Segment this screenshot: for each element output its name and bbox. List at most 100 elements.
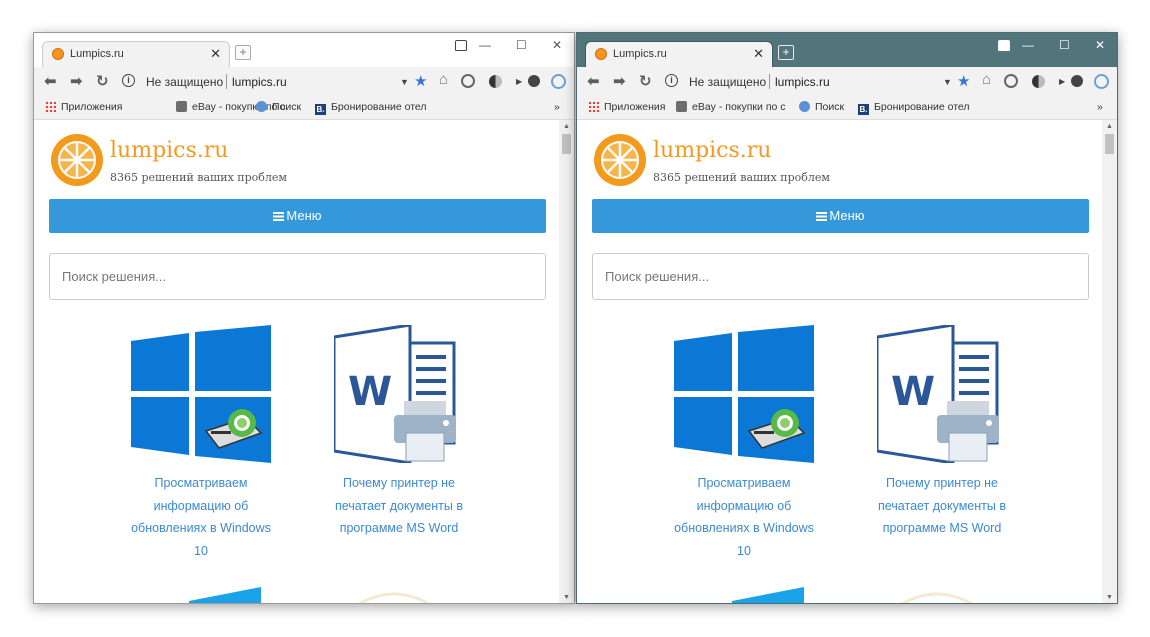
back-arrow-icon[interactable]: ⬅ [44, 72, 57, 90]
bookmark-ebay[interactable]: eBay - покупки по с [676, 101, 786, 113]
new-tab-button[interactable]: + [778, 45, 794, 60]
dropdown-arrow-icon[interactable]: ▼ [943, 77, 952, 87]
booking-icon: B. [858, 104, 869, 115]
next-article-thumbnail-partial [732, 587, 812, 603]
home-icon[interactable]: ⌂ [439, 71, 448, 88]
article-link-windows-updates[interactable]: Просматриваем информацию об обновлениях … [669, 472, 819, 562]
extension-search-icon[interactable] [1004, 74, 1018, 88]
menu-button[interactable]: Меню [592, 199, 1089, 233]
browser-tab[interactable]: Lumpics.ru ✕ [42, 41, 230, 67]
address-bar[interactable]: i Не защищено lumpics.ru [120, 71, 420, 93]
bookmark-star-icon[interactable]: ★ [957, 72, 970, 90]
ms-word-printer-thumbnail[interactable]: W [875, 323, 999, 468]
url-text[interactable]: lumpics.ru [775, 75, 830, 89]
extension-contrast-icon[interactable] [489, 75, 502, 88]
minimize-button[interactable]: — [479, 38, 491, 52]
scroll-up-icon[interactable]: ▲ [1106, 123, 1113, 130]
hamburger-icon [273, 212, 285, 221]
account-icon[interactable] [528, 75, 540, 87]
info-icon[interactable]: i [665, 74, 678, 87]
bookmark-star-icon[interactable]: ★ [414, 72, 427, 90]
maximize-button[interactable]: ☐ [516, 38, 527, 52]
orange-logo-icon[interactable] [594, 134, 646, 186]
scroll-up-icon[interactable]: ▲ [563, 123, 570, 130]
reload-icon[interactable]: ↻ [639, 72, 652, 90]
bookmark-apps[interactable]: Приложения [588, 101, 665, 113]
theme-shirt-icon[interactable] [455, 40, 467, 51]
browser-toolbar: ⬅ ➡ ↻ i Не защищено lumpics.ru ▼ ★ ⌂ ▶ [34, 67, 574, 98]
site-name-link[interactable]: lumpics.ru [110, 138, 228, 163]
bookmarks-bar: Приложения eBay - покупки по с Поиск B. Б… [577, 97, 1117, 120]
home-icon[interactable]: ⌂ [982, 71, 991, 88]
bookmark-label: Поиск [815, 101, 845, 113]
site-name-link[interactable]: lumpics.ru [653, 138, 771, 163]
reload-icon[interactable]: ↻ [96, 72, 109, 90]
browser-window-dark-theme: Lumpics.ru ✕ + — ☐ ✕ ⬅ ➡ ↻ i Не защищено… [576, 32, 1118, 604]
extension-badge-icon[interactable] [551, 74, 566, 89]
security-status[interactable]: Не защищено [146, 75, 223, 89]
account-icon[interactable] [1071, 75, 1083, 87]
new-tab-button[interactable]: + [235, 45, 251, 60]
overflow-arrow-icon[interactable]: ▶ [1059, 77, 1065, 86]
bookmark-label: Бронирование отел [874, 101, 970, 113]
address-separator [226, 74, 227, 89]
bookmark-apps[interactable]: Приложения [45, 101, 122, 113]
close-window-button[interactable]: ✕ [1095, 38, 1105, 52]
extension-contrast-icon[interactable] [1032, 75, 1045, 88]
url-text[interactable]: lumpics.ru [232, 75, 287, 89]
orange-logo-icon[interactable] [51, 134, 103, 186]
overflow-arrow-icon[interactable]: ▶ [516, 77, 522, 86]
tab-close-icon[interactable]: ✕ [210, 46, 221, 62]
forward-arrow-icon[interactable]: ➡ [613, 72, 626, 90]
bookmark-search[interactable]: Поиск [799, 101, 844, 113]
search-input[interactable] [49, 253, 546, 300]
extension-badge-icon[interactable] [1094, 74, 1109, 89]
globe-icon [799, 101, 810, 112]
bookmark-booking[interactable]: B. Бронирование отел [315, 101, 427, 115]
bookmarks-overflow-button[interactable]: » [1097, 101, 1103, 113]
bookmarks-overflow-button[interactable]: » [554, 101, 560, 113]
article-link-word-printer[interactable]: Почему принтер не печатает документы в п… [867, 472, 1017, 540]
bookmark-booking[interactable]: B. Бронирование отел [858, 101, 970, 115]
browser-tab[interactable]: Lumpics.ru ✕ [585, 41, 773, 67]
scroll-thumb[interactable] [1105, 134, 1114, 154]
tab-close-icon[interactable]: ✕ [753, 46, 764, 62]
dropdown-arrow-icon[interactable]: ▼ [400, 77, 409, 87]
bookmark-label: eBay - покупки по с [692, 101, 786, 113]
bookmark-search[interactable]: Поиск [256, 101, 301, 113]
scroll-down-icon[interactable]: ▼ [563, 594, 570, 601]
menu-button[interactable]: Меню [49, 199, 546, 233]
minimize-button[interactable]: — [1022, 38, 1034, 52]
back-arrow-icon[interactable]: ⬅ [587, 72, 600, 90]
next-article-thumbnail-partial [189, 587, 269, 603]
theme-shirt-icon[interactable] [998, 40, 1010, 51]
article-link-word-printer[interactable]: Почему принтер не печатает документы в п… [324, 472, 474, 540]
scroll-down-icon[interactable]: ▼ [1106, 594, 1113, 601]
svg-text:W: W [891, 369, 935, 415]
ms-word-printer-thumbnail[interactable]: W [332, 323, 456, 468]
tab-title: Lumpics.ru [70, 48, 124, 60]
windows-update-thumbnail[interactable] [131, 325, 271, 468]
maximize-button[interactable]: ☐ [1059, 38, 1070, 52]
bookmarks-bar: Приложения eBay - покупки по с Поиск B. Б… [34, 97, 574, 120]
bookmark-label: Приложения [61, 101, 123, 113]
scroll-thumb[interactable] [562, 134, 571, 154]
globe-icon [256, 101, 267, 112]
security-status[interactable]: Не защищено [689, 75, 766, 89]
search-input[interactable] [592, 253, 1089, 300]
forward-arrow-icon[interactable]: ➡ [70, 72, 83, 90]
vertical-scrollbar[interactable]: ▲ ▼ [1102, 120, 1117, 603]
svg-text:W: W [348, 369, 392, 415]
apps-grid-icon [588, 101, 599, 112]
browser-window-default-theme: Lumpics.ru ✕ + — ☐ ✕ ⬅ ➡ ↻ i Не защищено… [33, 32, 575, 604]
menu-label: Меню [829, 208, 865, 223]
close-window-button[interactable]: ✕ [552, 38, 562, 52]
vertical-scrollbar[interactable]: ▲ ▼ [559, 120, 574, 603]
bookmark-label: Бронирование отел [331, 101, 427, 113]
browser-toolbar: ⬅ ➡ ↻ i Не защищено lumpics.ru ▼ ★ ⌂ ▶ [577, 67, 1117, 98]
address-bar[interactable]: i Не защищено lumpics.ru [663, 71, 963, 93]
info-icon[interactable]: i [122, 74, 135, 87]
article-link-windows-updates[interactable]: Просматриваем информацию об обновлениях … [126, 472, 276, 562]
windows-update-thumbnail[interactable] [674, 325, 814, 468]
extension-search-icon[interactable] [461, 74, 475, 88]
